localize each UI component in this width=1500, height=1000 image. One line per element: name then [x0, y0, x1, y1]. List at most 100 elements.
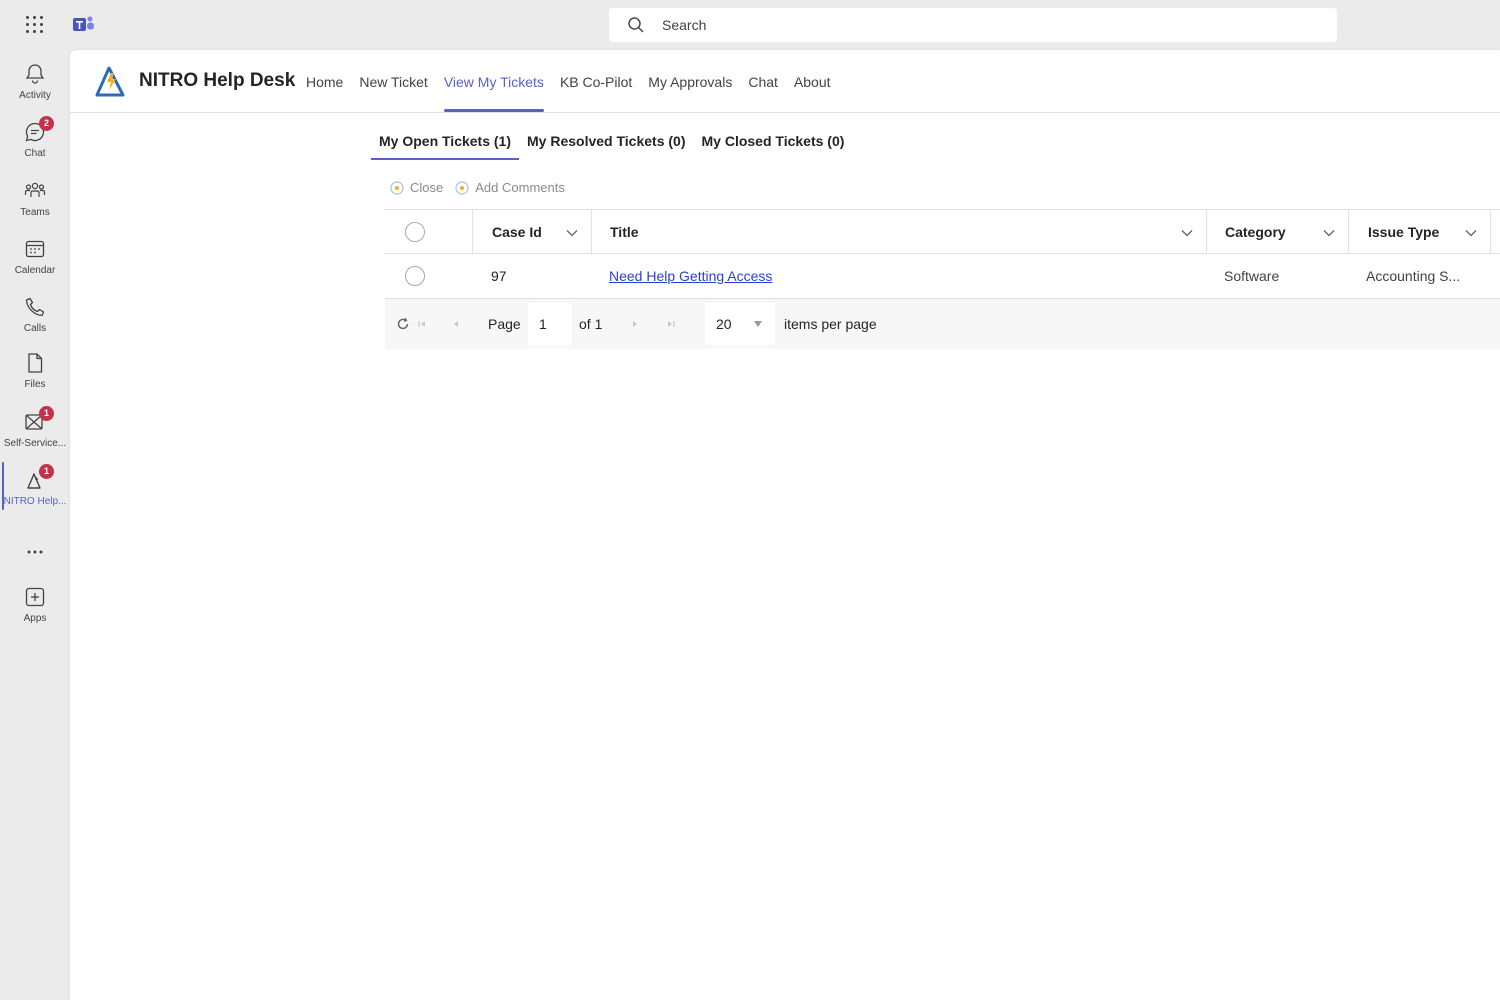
phone-icon: [25, 297, 45, 317]
next-page-icon: [633, 321, 637, 327]
rail-item-files[interactable]: Files: [0, 343, 70, 399]
rail-item-chat[interactable]: 2 Chat: [0, 112, 70, 168]
rail-item-activity[interactable]: Activity: [0, 54, 70, 110]
page-label: Page: [488, 316, 521, 332]
column-header-category[interactable]: Category: [1206, 210, 1348, 254]
add-comments-button[interactable]: Add Comments: [455, 180, 565, 195]
select-all-cell: [405, 210, 465, 254]
last-page-icon: [668, 321, 675, 327]
chevron-down-icon[interactable]: [1323, 229, 1335, 237]
rail-label: Calls: [23, 323, 47, 334]
rail-label: Activity: [19, 90, 51, 101]
rail-item-teams[interactable]: Teams: [0, 171, 70, 227]
items-per-page-label: items per page: [784, 316, 877, 332]
column-label: Issue Type: [1368, 224, 1440, 240]
file-icon: [28, 353, 43, 373]
nav-chat[interactable]: Chat: [748, 74, 778, 112]
nav-view-my-tickets[interactable]: View My Tickets: [443, 74, 545, 112]
nitro-badge: 1: [39, 464, 54, 479]
tab-resolved-tickets[interactable]: My Resolved Tickets (0): [519, 133, 693, 161]
tickets-grid: Case Id Title Category Issue Type 97 Nee…: [385, 209, 1500, 349]
page-total-label: of 1: [579, 316, 603, 332]
column-label: Category: [1225, 224, 1286, 240]
more-icon: [27, 550, 43, 554]
first-page-button[interactable]: [415, 299, 429, 349]
app-nav: Home New Ticket View My Tickets KB Co-Pi…: [306, 74, 847, 112]
chevron-down-icon[interactable]: [566, 229, 578, 237]
first-page-icon: [418, 321, 425, 327]
teams-icon: [24, 182, 46, 197]
rail-item-more[interactable]: [0, 526, 70, 582]
ticket-title-link[interactable]: Need Help Getting Access: [609, 268, 772, 284]
rail-label: Files: [24, 379, 46, 390]
tab-closed-tickets[interactable]: My Closed Tickets (0): [694, 133, 853, 161]
nav-home[interactable]: Home: [306, 74, 343, 112]
page-input-wrap: 1: [528, 299, 572, 349]
rail-item-self-service[interactable]: 1 Self-Service...: [0, 402, 70, 458]
column-header-issue-type[interactable]: Issue Type: [1348, 210, 1491, 254]
next-page-button[interactable]: [628, 299, 642, 349]
category-cell: Software: [1224, 268, 1280, 284]
column-header-case-id[interactable]: Case Id: [472, 210, 591, 254]
rail-label: Calendar: [14, 265, 56, 276]
app-header: NITRO Help Desk Home New Ticket View My …: [70, 50, 1500, 113]
app-launcher-icon[interactable]: [24, 14, 46, 36]
bell-icon: [25, 64, 45, 84]
tab-open-tickets[interactable]: My Open Tickets (1): [371, 133, 520, 161]
rail-label: Chat: [24, 148, 46, 159]
row-select-cell: [405, 254, 465, 298]
refresh-button[interactable]: [396, 299, 410, 349]
page-size-select[interactable]: 20: [705, 303, 775, 345]
grid-header: Case Id Title Category Issue Type: [385, 209, 1500, 254]
left-rail: Activity 2 Chat Teams Calendar Calls Fil…: [0, 50, 70, 1000]
page-number-input[interactable]: 1: [528, 303, 572, 345]
rail-label: Self-Service...: [3, 438, 67, 449]
previous-page-button[interactable]: [449, 299, 463, 349]
nav-kb-copilot[interactable]: KB Co-Pilot: [560, 74, 632, 112]
app-content: NITRO Help Desk Home New Ticket View My …: [70, 50, 1500, 1000]
issue-type-cell: Accounting S...: [1366, 268, 1461, 284]
add-comments-icon: [455, 180, 469, 195]
close-ticket-icon: [390, 180, 404, 195]
rail-label: Teams: [20, 207, 50, 218]
grid-pager: Page 1 of 1 20 items per page: [385, 299, 1500, 349]
rail-item-calendar[interactable]: Calendar: [0, 229, 70, 285]
calendar-icon: [25, 240, 45, 258]
close-label: Close: [410, 180, 444, 195]
rail-item-apps[interactable]: Apps: [0, 577, 70, 633]
chevron-down-icon[interactable]: [1465, 229, 1477, 237]
page-size-wrap: 20: [705, 299, 775, 349]
chat-badge: 2: [39, 116, 54, 131]
ticket-tabs: My Open Tickets (1) My Resolved Tickets …: [371, 133, 852, 161]
rail-label: NITRO Help...: [3, 496, 67, 507]
add-comments-label: Add Comments: [475, 180, 565, 195]
column-label: Title: [610, 224, 639, 240]
last-page-button[interactable]: [664, 299, 678, 349]
rail-item-calls[interactable]: Calls: [0, 287, 70, 343]
nav-new-ticket[interactable]: New Ticket: [359, 74, 427, 112]
nitro-logo-icon: [95, 66, 125, 97]
nav-my-approvals[interactable]: My Approvals: [648, 74, 732, 112]
page-size-value: 20: [716, 316, 732, 332]
table-row[interactable]: 97 Need Help Getting Access Software Acc…: [385, 254, 1500, 299]
row-select-radio[interactable]: [405, 266, 425, 286]
top-bar: Search: [0, 0, 1500, 50]
nav-about[interactable]: About: [794, 74, 831, 112]
case-id-cell: 97: [491, 268, 507, 284]
previous-page-icon: [454, 321, 458, 327]
title-cell: Need Help Getting Access: [591, 254, 1206, 298]
column-header-title[interactable]: Title: [591, 210, 1206, 254]
rail-item-nitro-help[interactable]: 1 NITRO Help...: [0, 460, 70, 516]
close-button[interactable]: Close: [390, 180, 443, 195]
select-all-radio[interactable]: [405, 222, 425, 242]
column-label: Case Id: [492, 224, 542, 240]
add-apps-icon: [25, 587, 45, 607]
chevron-down-icon[interactable]: [1181, 229, 1193, 237]
search-placeholder: Search: [662, 17, 707, 33]
teams-logo-icon: [73, 16, 94, 31]
caret-down-icon: [754, 321, 762, 327]
command-bar: Close Add Comments: [390, 180, 565, 195]
search-icon: [628, 17, 644, 33]
search-input[interactable]: Search: [609, 8, 1337, 42]
rail-label: Apps: [23, 613, 47, 624]
